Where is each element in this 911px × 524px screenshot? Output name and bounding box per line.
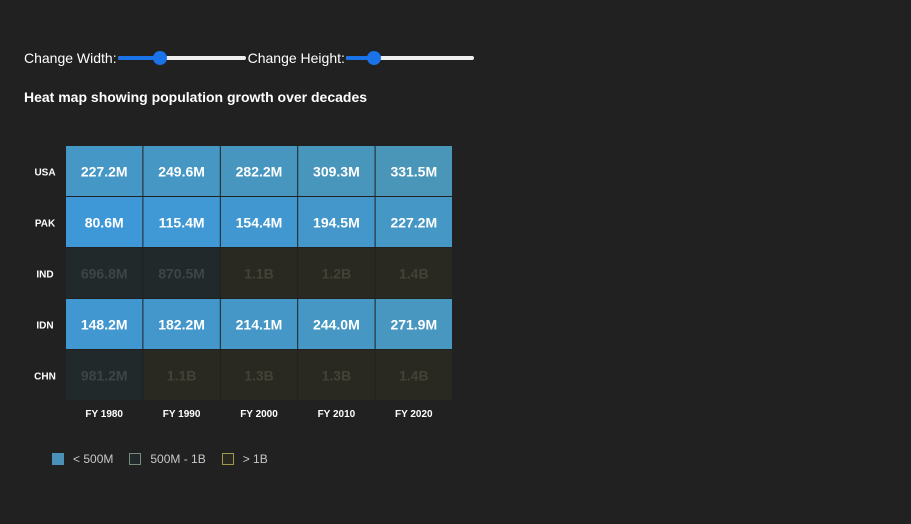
- x-axis-label-fy-1980: FY 1980: [85, 409, 123, 420]
- heatmap-cell-label: 154.4M: [236, 215, 283, 231]
- heatmap-cell-label: 182.2M: [158, 317, 205, 333]
- heatmap-cell-label: 1.2B: [322, 266, 352, 282]
- legend-swatch-under-500m: [52, 453, 64, 465]
- heatmap-cell-label: 870.5M: [158, 266, 205, 282]
- heatmap-cell-label: 696.8M: [81, 266, 128, 282]
- heatmap-cell-label: 148.2M: [81, 317, 128, 333]
- legend-swatch-500m-1b: [129, 453, 142, 465]
- x-axis-label-fy-2000: FY 2000: [240, 409, 278, 420]
- legend: < 500M 500M - 1B > 1B: [52, 452, 284, 466]
- legend-label-500m-1b: 500M - 1B: [150, 452, 206, 466]
- y-axis-label-chn: CHN: [34, 372, 56, 383]
- heatmap-cell-label: 227.2M: [81, 164, 128, 180]
- heatmap-cell-label: 115.4M: [159, 215, 205, 231]
- x-axis-label-fy-2020: FY 2020: [395, 409, 433, 420]
- heatmap-cell-label: 194.5M: [313, 215, 360, 231]
- heatmap-cell-label: 1.1B: [167, 368, 197, 384]
- y-axis-label-idn: IDN: [36, 321, 53, 332]
- heatmap-cell-label: 244.0M: [313, 317, 360, 333]
- y-axis-label-pak: PAK: [35, 219, 56, 230]
- heatmap-cell-label: 1.4B: [399, 266, 429, 282]
- legend-item-500m-1b[interactable]: 500M - 1B: [129, 452, 206, 466]
- legend-swatch-over-1b: [221, 453, 234, 465]
- heatmap-cell-label: 249.6M: [158, 164, 205, 180]
- heatmap-chart: USA 227.2M 249.6M 282.2M 309.3M 331.5M PAK 80.6…: [34, 146, 452, 420]
- legend-item-under-500m[interactable]: < 500M: [52, 452, 113, 466]
- legend-label-over-1b: > 1B: [242, 452, 268, 466]
- legend-item-over-1b[interactable]: > 1B: [221, 452, 268, 466]
- x-axis-label-fy-1990: FY 1990: [163, 409, 201, 420]
- heatmap-cell-label: 1.4B: [399, 368, 429, 384]
- legend-label-under-500m: < 500M: [73, 452, 114, 466]
- heatmap-cell-label: 309.3M: [313, 164, 360, 180]
- heatmap-cell-label: 214.1M: [236, 317, 283, 333]
- heatmap-cell-label: 227.2M: [390, 215, 437, 231]
- heatmap-cell-label: 331.5M: [390, 164, 437, 180]
- heatmap-cell-label: 1.1B: [244, 266, 274, 282]
- heatmap-cell-label: 80.6M: [85, 215, 124, 231]
- y-axis-label-ind: IND: [36, 270, 53, 281]
- heatmap-cell-label: 282.2M: [236, 164, 283, 180]
- heatmap-cell-label: 271.9M: [390, 317, 437, 333]
- x-axis-label-fy-2010: FY 2010: [318, 409, 356, 420]
- heatmap-cell-label: 1.3B: [244, 368, 274, 384]
- y-axis-label-usa: USA: [34, 168, 55, 179]
- heatmap-cell-label: 1.3B: [322, 368, 352, 384]
- heatmap-cell-label: 981.2M: [81, 368, 128, 384]
